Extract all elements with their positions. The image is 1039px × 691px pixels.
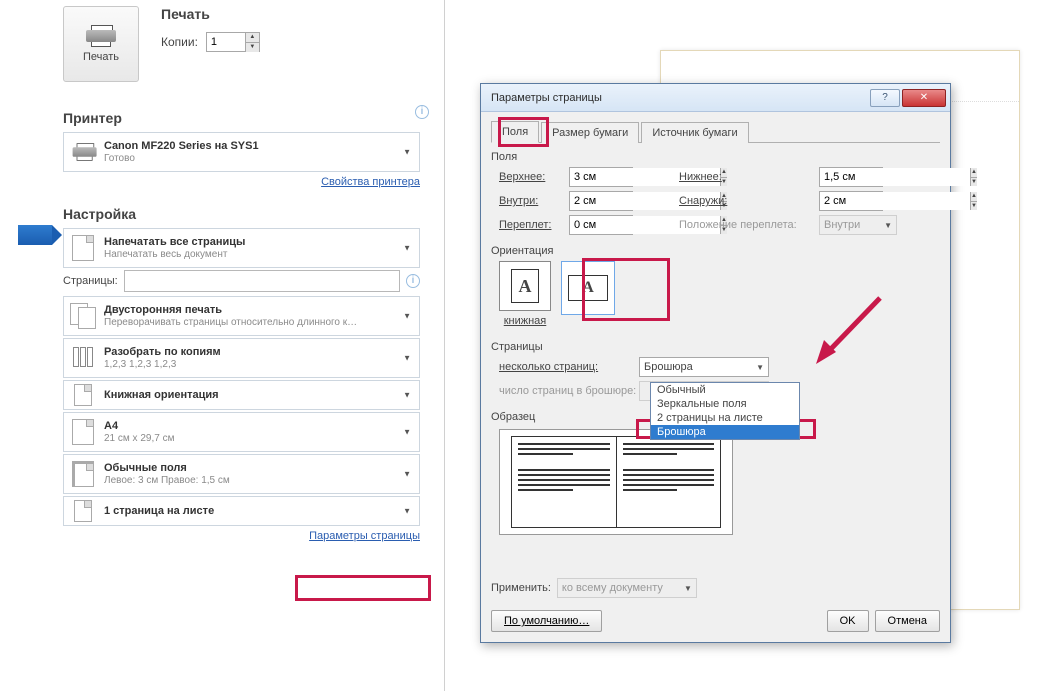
apply-label: Применить:: [491, 582, 551, 594]
margins-selector[interactable]: Обычные поля Левое: 3 см Правое: 1,5 см …: [63, 454, 420, 494]
paper-icon: [72, 419, 94, 445]
copies-spinner[interactable]: ▲▼: [206, 32, 260, 52]
opt-margins-sub: Левое: 3 см Правое: 1,5 см: [104, 475, 230, 486]
orientation-landscape-label: [586, 319, 589, 331]
opt-perpage-title: 1 страница на листе: [104, 505, 214, 517]
opt-duplex-title: Двусторонняя печать: [104, 304, 357, 316]
collate-selector[interactable]: Разобрать по копиям 1,2,3 1,2,3 1,2,3 ▼: [63, 338, 420, 378]
orientation-landscape[interactable]: A: [561, 261, 615, 331]
label-inside: Внутри:: [499, 195, 569, 207]
ribbon-flag-icon: [18, 225, 52, 245]
opt-allpages-sub: Напечатать весь документ: [104, 249, 227, 260]
page-setup-dialog: Параметры страницы ? ✕ Поля Размер бумаг…: [480, 83, 951, 643]
opt-duplex-sub: Переворачивать страницы относительно дли…: [104, 317, 357, 328]
printer-section-title: Принтер: [63, 110, 122, 126]
duplex-icon: [70, 303, 96, 329]
select-gutter-pos: Внутри▼: [819, 215, 897, 235]
select-multipage[interactable]: Брошюра▼: [639, 357, 769, 377]
input-gutter[interactable]: ▲▼: [569, 215, 633, 235]
info-icon[interactable]: i: [415, 105, 429, 119]
label-bottom: Нижнее:: [679, 171, 819, 183]
multipage-dropdown-open[interactable]: Обычный Зеркальные поля 2 страницы на ли…: [650, 382, 800, 440]
pages-group-title: Страницы: [491, 341, 940, 353]
orientation-group-title: Ориентация: [491, 245, 940, 257]
opt-orient-title: Книжная ориентация: [104, 389, 219, 401]
print-button-label: Печать: [83, 51, 119, 63]
label-gutter-pos: Положение переплета:: [679, 219, 819, 231]
printer-name: Canon MF220 Series на SYS1: [104, 140, 259, 152]
tab-paper-source[interactable]: Источник бумаги: [641, 122, 748, 143]
opt-collate-sub: 1,2,3 1,2,3 1,2,3: [104, 359, 176, 370]
label-top: Верхнее:: [499, 171, 569, 183]
orientation-selector[interactable]: Книжная ориентация ▼: [63, 380, 420, 410]
option-normal[interactable]: Обычный: [651, 383, 799, 397]
pages-label: Страницы:: [63, 275, 118, 287]
print-backstage-panel: Печать Печать Копии: ▲▼ Принтер i Canon …: [0, 0, 445, 691]
label-gutter: Переплет:: [499, 219, 569, 231]
copies-spin-buttons[interactable]: ▲▼: [245, 33, 259, 51]
print-button[interactable]: Печать: [63, 6, 139, 82]
chevron-down-icon: ▼: [403, 312, 411, 321]
chevron-down-icon: ▼: [403, 470, 411, 479]
copies-input[interactable]: [207, 33, 245, 51]
chevron-down-icon: ▼: [403, 354, 411, 363]
chevron-down-icon: ▼: [403, 428, 411, 437]
option-mirror[interactable]: Зеркальные поля: [651, 397, 799, 411]
opt-paper-title: A4: [104, 420, 174, 432]
label-brochure-pages: число страниц в брошюре:: [499, 385, 639, 397]
printer-small-icon: [73, 143, 94, 161]
collate-icon: [73, 347, 94, 370]
info-icon[interactable]: i: [406, 274, 420, 288]
per-page-selector[interactable]: 1 страница на листе ▼: [63, 496, 420, 526]
chevron-down-icon: ▼: [403, 391, 411, 400]
dialog-title: Параметры страницы: [491, 92, 602, 104]
option-brochure[interactable]: Брошюра: [651, 425, 799, 439]
help-button[interactable]: ?: [870, 89, 900, 107]
print-title: Печать: [161, 6, 260, 22]
orientation-portrait[interactable]: A книжная: [499, 261, 551, 327]
print-range-selector[interactable]: Напечатать все страницы Напечатать весь …: [63, 228, 420, 268]
input-outside[interactable]: ▲▼: [819, 191, 883, 211]
default-button[interactable]: По умолчанию…: [491, 610, 602, 632]
dialog-titlebar[interactable]: Параметры страницы ? ✕: [481, 84, 950, 112]
input-bottom[interactable]: ▲▼: [819, 167, 883, 187]
label-outside: Снаружи:: [679, 195, 819, 207]
tab-paper-size[interactable]: Размер бумаги: [541, 122, 639, 143]
input-top[interactable]: ▲▼: [569, 167, 633, 187]
printer-status: Готово: [104, 153, 135, 164]
opt-paper-sub: 21 см x 29,7 см: [104, 433, 174, 444]
tab-fields[interactable]: Поля: [491, 121, 539, 143]
dialog-tabs: Поля Размер бумаги Источник бумаги: [491, 120, 940, 143]
printer-icon: [86, 25, 116, 47]
page-icon: [72, 235, 94, 261]
printer-properties-link[interactable]: Свойства принтера: [321, 176, 420, 188]
copies-label: Копии:: [161, 35, 198, 49]
paper-size-selector[interactable]: A4 21 см x 29,7 см ▼: [63, 412, 420, 452]
select-apply[interactable]: ко всему документу▼: [557, 578, 697, 598]
chevron-down-icon: ▼: [403, 148, 411, 157]
opt-margins-title: Обычные поля: [104, 462, 230, 474]
orientation-portrait-label: книжная: [504, 315, 547, 327]
ok-button[interactable]: OK: [827, 610, 869, 632]
settings-section-title: Настройка: [63, 206, 444, 222]
close-button[interactable]: ✕: [902, 89, 946, 107]
chevron-down-icon: ▼: [403, 244, 411, 253]
fields-group-title: Поля: [491, 151, 940, 163]
cancel-button[interactable]: Отмена: [875, 610, 940, 632]
page-params-link[interactable]: Параметры страницы: [309, 530, 420, 542]
margins-icon: [72, 461, 94, 487]
portrait-icon: [74, 384, 92, 406]
option-2pp[interactable]: 2 страницы на листе: [651, 411, 799, 425]
opt-collate-title: Разобрать по копиям: [104, 346, 221, 358]
perpage-icon: [74, 500, 92, 522]
printer-selector[interactable]: Canon MF220 Series на SYS1 Готово ▼: [63, 132, 420, 172]
duplex-selector[interactable]: Двусторонняя печать Переворачивать стран…: [63, 296, 420, 336]
opt-allpages-title: Напечатать все страницы: [104, 236, 245, 248]
pages-input[interactable]: [124, 270, 400, 292]
label-multipage: несколько страниц:: [499, 361, 639, 373]
input-inside[interactable]: ▲▼: [569, 191, 633, 211]
sample-preview: [499, 429, 733, 535]
chevron-down-icon: ▼: [403, 507, 411, 516]
